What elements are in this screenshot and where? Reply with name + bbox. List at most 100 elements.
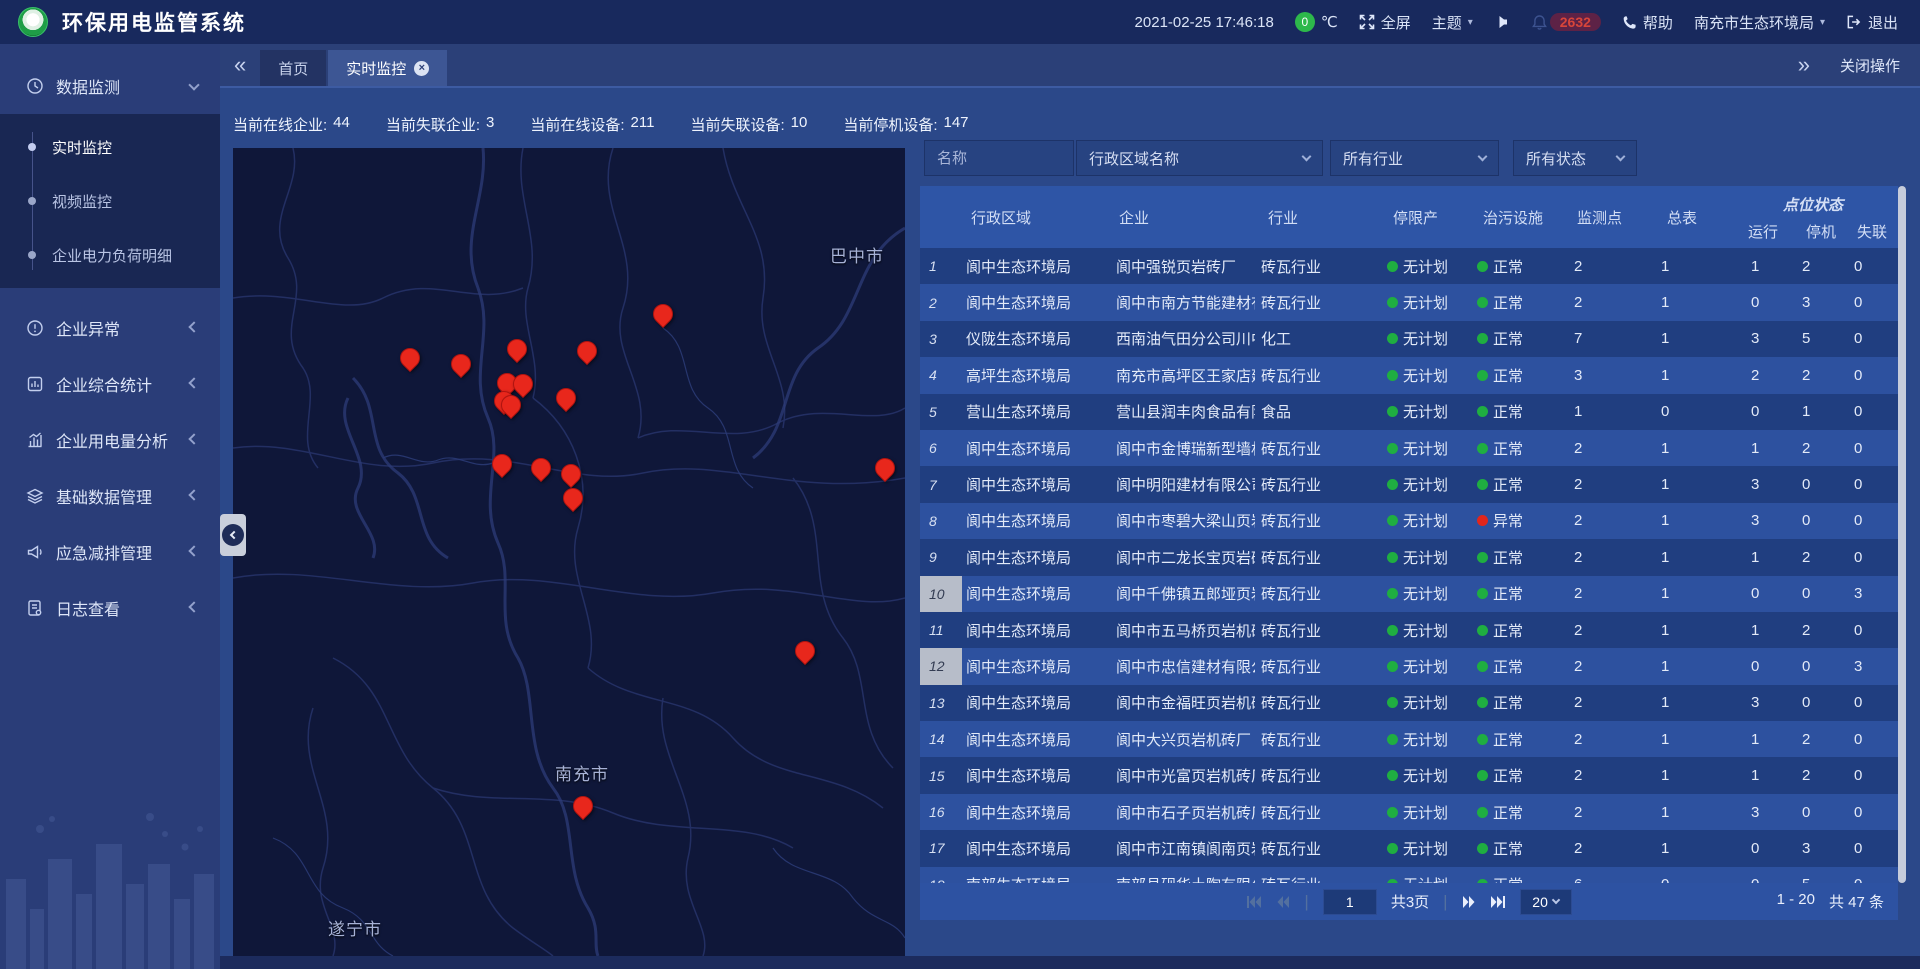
sidebar-item-enterprise-statistics[interactable]: 企业综合统计	[0, 356, 220, 412]
status-dot	[1477, 515, 1488, 526]
table-row[interactable]: 15 阆中生态环境局 阆中市光富页岩机砖厂 砖瓦行业 无计划 正常 2 1 1 …	[920, 757, 1898, 793]
sidebar-item-data-monitoring[interactable]: 数据监测	[0, 58, 220, 114]
status-dot	[1387, 406, 1398, 417]
table-row[interactable]: 8 阆中生态环境局 阆中市枣碧大梁山页岩 砖瓦行业 无计划 异常 2 1 3 0…	[920, 503, 1898, 539]
org-dropdown[interactable]: 南充市生态环境局▾	[1694, 12, 1825, 33]
cell-production-limit: 无计划	[1350, 612, 1455, 648]
table-row[interactable]: 10 阆中生态环境局 阆中千佛镇五郎垭页岩 砖瓦行业 无计划 正常 2 1 0 …	[920, 576, 1898, 612]
sidebar-item-power-load-detail[interactable]: 企业电力负荷明细	[0, 228, 220, 282]
cell-offline: 0	[1838, 721, 1896, 757]
table-row[interactable]: 17 阆中生态环境局 阆中市江南镇阆南页岩 砖瓦行业 无计划 正常 2 1 0 …	[920, 830, 1898, 866]
table-row[interactable]: 2 阆中生态环境局 阆中市南方节能建材有 砖瓦行业 无计划 正常 2 1 0 3…	[920, 284, 1898, 320]
cell-total-meter: 1	[1640, 648, 1730, 684]
table-scrollbar[interactable]	[1898, 186, 1906, 883]
sidebar: 数据监测 实时监控 视频监控 企业电力负荷明细 企业异常	[0, 44, 220, 969]
cell-monitor-points: 2	[1550, 248, 1640, 284]
tabs-scroll-left-button[interactable]: «	[220, 45, 260, 85]
theme-dropdown[interactable]: 主题▾	[1432, 12, 1473, 33]
status-dot	[1387, 807, 1398, 818]
cell-total-meter: 1	[1640, 757, 1730, 793]
table-row[interactable]: 9 阆中生态环境局 阆中市二龙长宝页岩砖 砖瓦行业 无计划 正常 2 1 1 2…	[920, 539, 1898, 575]
table-row[interactable]: 12 阆中生态环境局 阆中市忠信建材有限公 砖瓦行业 无计划 正常 2 1 0 …	[920, 648, 1898, 684]
cell-total-meter: 1	[1640, 430, 1730, 466]
row-index: 15	[920, 757, 962, 793]
chevron-left-icon	[188, 377, 199, 388]
sidebar-item-enterprise-abnormal[interactable]: 企业异常	[0, 300, 220, 356]
cell-industry: 砖瓦行业	[1255, 612, 1350, 648]
table-row[interactable]: 13 阆中生态环境局 阆中市金福旺页岩机砖 砖瓦行业 无计划 正常 2 1 3 …	[920, 685, 1898, 721]
cell-halted: 0	[1785, 503, 1838, 539]
notifications-button[interactable]: 2632	[1531, 13, 1601, 31]
enterprise-map[interactable]: 巴中市 南充市 遂宁市	[233, 148, 905, 956]
table-row[interactable]: 16 阆中生态环境局 阆中市石子页岩机砖厂 砖瓦行业 无计划 正常 2 1 3 …	[920, 794, 1898, 830]
cell-production-limit: 无计划	[1350, 430, 1455, 466]
map-boundary-lines	[233, 148, 905, 956]
last-page-button[interactable]	[1490, 895, 1506, 909]
sound-button[interactable]	[1494, 14, 1510, 30]
cell-halted: 5	[1785, 867, 1838, 883]
industry-select[interactable]: 所有行业	[1330, 140, 1499, 176]
help-button[interactable]: 帮助	[1622, 12, 1673, 33]
sidebar-item-log-view[interactable]: 日志查看	[0, 580, 220, 636]
cell-pollution-facility: 正常	[1455, 466, 1550, 502]
sidebar-item-video-monitor[interactable]: 视频监控	[0, 174, 220, 228]
temperature-unit: ℃	[1321, 13, 1338, 31]
cell-production-limit: 无计划	[1350, 576, 1455, 612]
tab-close-icon[interactable]: ×	[414, 61, 429, 76]
table-row[interactable]: 14 阆中生态环境局 阆中大兴页岩机砖厂 砖瓦行业 无计划 正常 2 1 1 2…	[920, 721, 1898, 757]
table-row[interactable]: 4 高坪生态环境局 南充市高坪区王家店建 砖瓦行业 无计划 正常 3 1 2 2…	[920, 357, 1898, 393]
cell-company: 阆中强锐页岩砖厂	[1105, 248, 1255, 284]
cell-company: 南部县砚华土陶有限公	[1105, 867, 1255, 883]
status-dot	[1477, 734, 1488, 745]
page-size-select[interactable]: 20	[1520, 889, 1572, 915]
cell-monitor-points: 3	[1550, 357, 1640, 393]
status-select[interactable]: 所有状态	[1513, 140, 1637, 176]
cell-company: 阆中市五马桥页岩机砖	[1105, 612, 1255, 648]
column-group-point-status: 点位状态 运行 停机 失联	[1730, 186, 1896, 248]
row-index: 1	[920, 248, 962, 284]
first-page-button[interactable]	[1246, 895, 1262, 909]
region-select[interactable]: 行政区域名称	[1076, 140, 1323, 176]
sidebar-item-power-usage-analysis[interactable]: 企业用电量分析	[0, 412, 220, 468]
status-dot	[1477, 297, 1488, 308]
cell-running: 3	[1730, 321, 1785, 357]
table-row[interactable]: 11 阆中生态环境局 阆中市五马桥页岩机砖 砖瓦行业 无计划 正常 2 1 1 …	[920, 612, 1898, 648]
sidebar-collapse-handle[interactable]	[220, 514, 246, 556]
next-page-button[interactable]	[1462, 895, 1476, 909]
fullscreen-button[interactable]: 全屏	[1359, 12, 1411, 33]
status-dot	[1387, 697, 1398, 708]
cell-offline: 0	[1838, 284, 1896, 320]
tab-home[interactable]: 首页	[260, 50, 326, 86]
name-search-input[interactable]	[924, 140, 1074, 176]
sidebar-item-emergency-reduction[interactable]: 应急减排管理	[0, 524, 220, 580]
table-row[interactable]: 3 仪陇生态环境局 西南油气田分公司川中 化工 无计划 正常 7 1 3 5 0	[920, 321, 1898, 357]
cell-industry: 砖瓦行业	[1255, 357, 1350, 393]
cell-pollution-facility: 正常	[1455, 612, 1550, 648]
row-index: 5	[920, 394, 962, 430]
cell-total-meter: 1	[1640, 284, 1730, 320]
tab-realtime-monitor[interactable]: 实时监控 ×	[328, 50, 447, 86]
tabs-scroll-right-button[interactable]: »	[1798, 52, 1810, 78]
cell-company: 阆中市金博瑞新型墙材	[1105, 430, 1255, 466]
page-number-input[interactable]	[1323, 889, 1377, 915]
fullscreen-icon	[1359, 14, 1375, 30]
close-actions-button[interactable]: 关闭操作	[1840, 55, 1900, 76]
table-row[interactable]: 7 阆中生态环境局 阆中明阳建材有限公司 砖瓦行业 无计划 正常 2 1 3 0…	[920, 466, 1898, 502]
cell-monitor-points: 7	[1550, 321, 1640, 357]
table-row[interactable]: 5 营山生态环境局 营山县润丰肉食品有限 食品 无计划 正常 1 0 0 1 0	[920, 394, 1898, 430]
megaphone-icon	[26, 543, 44, 561]
cell-region: 仪陇生态环境局	[962, 321, 1105, 357]
logout-button[interactable]: 退出	[1846, 12, 1898, 33]
sidebar-item-realtime-monitor[interactable]: 实时监控	[0, 120, 220, 174]
sidebar-item-label: 数据监测	[56, 74, 120, 98]
cell-region: 阆中生态环境局	[962, 757, 1105, 793]
cell-offline: 0	[1838, 757, 1896, 793]
previous-page-button[interactable]	[1276, 895, 1290, 909]
status-dot	[1477, 625, 1488, 636]
cell-industry: 砖瓦行业	[1255, 430, 1350, 466]
table-row[interactable]: 18 南部生态环境局 南部县砚华土陶有限公 砖瓦行业 无计划 正常 6 0 0 …	[920, 867, 1898, 883]
table-row[interactable]: 6 阆中生态环境局 阆中市金博瑞新型墙材 砖瓦行业 无计划 正常 2 1 1 2…	[920, 430, 1898, 466]
cell-running: 1	[1730, 721, 1785, 757]
sidebar-item-base-data-management[interactable]: 基础数据管理	[0, 468, 220, 524]
table-row[interactable]: 1 阆中生态环境局 阆中强锐页岩砖厂 砖瓦行业 无计划 正常 2 1 1 2 0	[920, 248, 1898, 284]
